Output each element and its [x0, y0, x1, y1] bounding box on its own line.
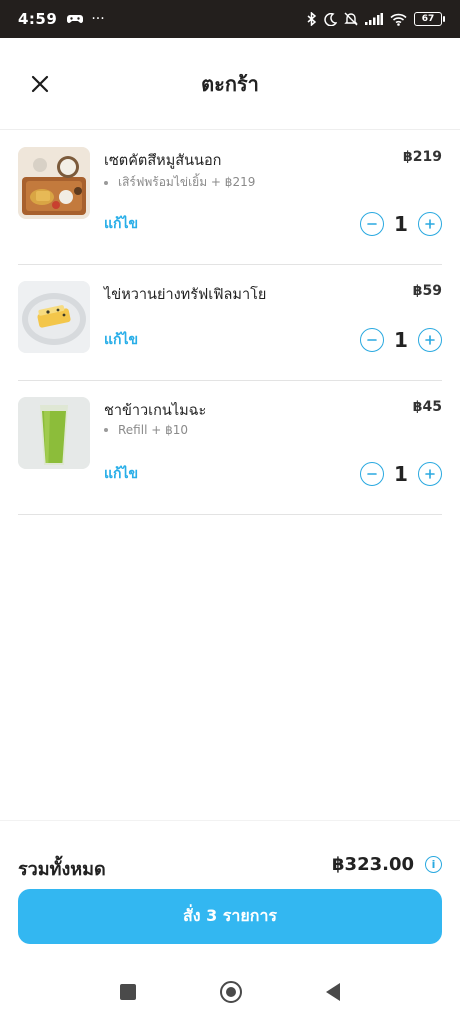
item-image-truffle-egg	[18, 281, 90, 353]
minus-icon	[367, 473, 377, 475]
system-nav-bar	[0, 960, 460, 1024]
cart-item: เซตคัตสึหมูสันนอก ฿219 เสิร์ฟพร้อมไข่เยิ…	[18, 131, 442, 265]
total-label: รวมทั้งหมด	[18, 859, 106, 880]
quantity-stepper: 1	[360, 212, 442, 236]
home-icon[interactable]	[220, 981, 242, 1003]
close-icon	[31, 75, 49, 93]
edit-item-button[interactable]: แก้ไข	[104, 329, 138, 351]
status-time: 4:59	[18, 10, 58, 28]
item-option: Refill + ฿10	[104, 423, 188, 437]
quantity-stepper: 1	[360, 328, 442, 352]
decrease-quantity-button[interactable]	[360, 328, 384, 352]
total-value: ฿323.00	[332, 854, 414, 875]
item-name: เซตคัตสึหมูสันนอก	[104, 153, 222, 169]
minus-icon	[367, 223, 377, 225]
bullet-icon	[104, 428, 108, 432]
item-option: เสิร์ฟพร้อมไข่เยิ้ม + ฿219	[104, 173, 255, 192]
item-image-genmaicha	[18, 397, 90, 469]
decrease-quantity-button[interactable]	[360, 462, 384, 486]
quantity-value: 1	[394, 212, 408, 236]
increase-quantity-button[interactable]	[418, 212, 442, 236]
cart-item: ไข่หวานย่างทรัฟเฟิลมาโย ฿59 แก้ไข 1	[18, 265, 442, 381]
mute-icon	[344, 12, 358, 26]
status-bar: 4:59 ··· 67	[0, 0, 460, 38]
item-price: ฿219	[403, 149, 442, 165]
wifi-icon	[390, 13, 407, 26]
more-notifications-icon: ···	[91, 11, 105, 27]
item-option-text: Refill + ฿10	[118, 423, 188, 437]
cart-footer: รวมทั้งหมด ฿323.00 i สั่ง 3 รายการ	[0, 820, 460, 960]
quantity-value: 1	[394, 328, 408, 352]
cart-header: ตะกร้า	[0, 38, 460, 130]
item-image-katsu-set	[18, 147, 90, 219]
increase-quantity-button[interactable]	[418, 462, 442, 486]
edit-item-button[interactable]: แก้ไข	[104, 213, 138, 235]
signal-icon	[365, 13, 383, 25]
item-name: ชาข้าวเกนไมฉะ	[104, 403, 207, 419]
plus-icon	[425, 469, 435, 479]
info-icon[interactable]: i	[425, 856, 442, 873]
decrease-quantity-button[interactable]	[360, 212, 384, 236]
edit-item-button[interactable]: แก้ไข	[104, 463, 138, 485]
status-right-icons: 67	[307, 12, 445, 26]
cart-item: ชาข้าวเกนไมฉะ ฿45 Refill + ฿10 แก้ไข 1	[18, 381, 442, 515]
page-title: ตะกร้า	[201, 71, 259, 96]
place-order-button[interactable]: สั่ง 3 รายการ	[18, 889, 442, 944]
plus-icon	[425, 335, 435, 345]
close-button[interactable]	[24, 68, 56, 100]
recent-apps-icon[interactable]	[120, 984, 136, 1000]
item-option-text: เสิร์ฟพร้อมไข่เยิ้ม + ฿219	[118, 175, 256, 189]
game-controller-icon	[67, 15, 84, 23]
battery-icon: 67	[414, 12, 445, 26]
item-name: ไข่หวานย่างทรัฟเฟิลมาโย	[104, 287, 267, 303]
increase-quantity-button[interactable]	[418, 328, 442, 352]
minus-icon	[367, 339, 377, 341]
item-price: ฿59	[412, 283, 442, 299]
status-left-icons: ···	[67, 11, 105, 27]
bullet-icon	[104, 180, 108, 185]
quantity-value: 1	[394, 462, 408, 486]
plus-icon	[425, 219, 435, 229]
quantity-stepper: 1	[360, 462, 442, 486]
bluetooth-icon	[307, 12, 317, 26]
cart-screen: 4:59 ··· 67 ตะกร้า เซตคัตสึหมูสันนอก ฿21…	[0, 0, 460, 1024]
moon-icon	[324, 12, 337, 26]
item-price: ฿45	[412, 399, 442, 415]
cart-item-list: เซตคัตสึหมูสันนอก ฿219 เสิร์ฟพร้อมไข่เยิ…	[18, 131, 442, 515]
back-icon[interactable]	[326, 983, 340, 1001]
